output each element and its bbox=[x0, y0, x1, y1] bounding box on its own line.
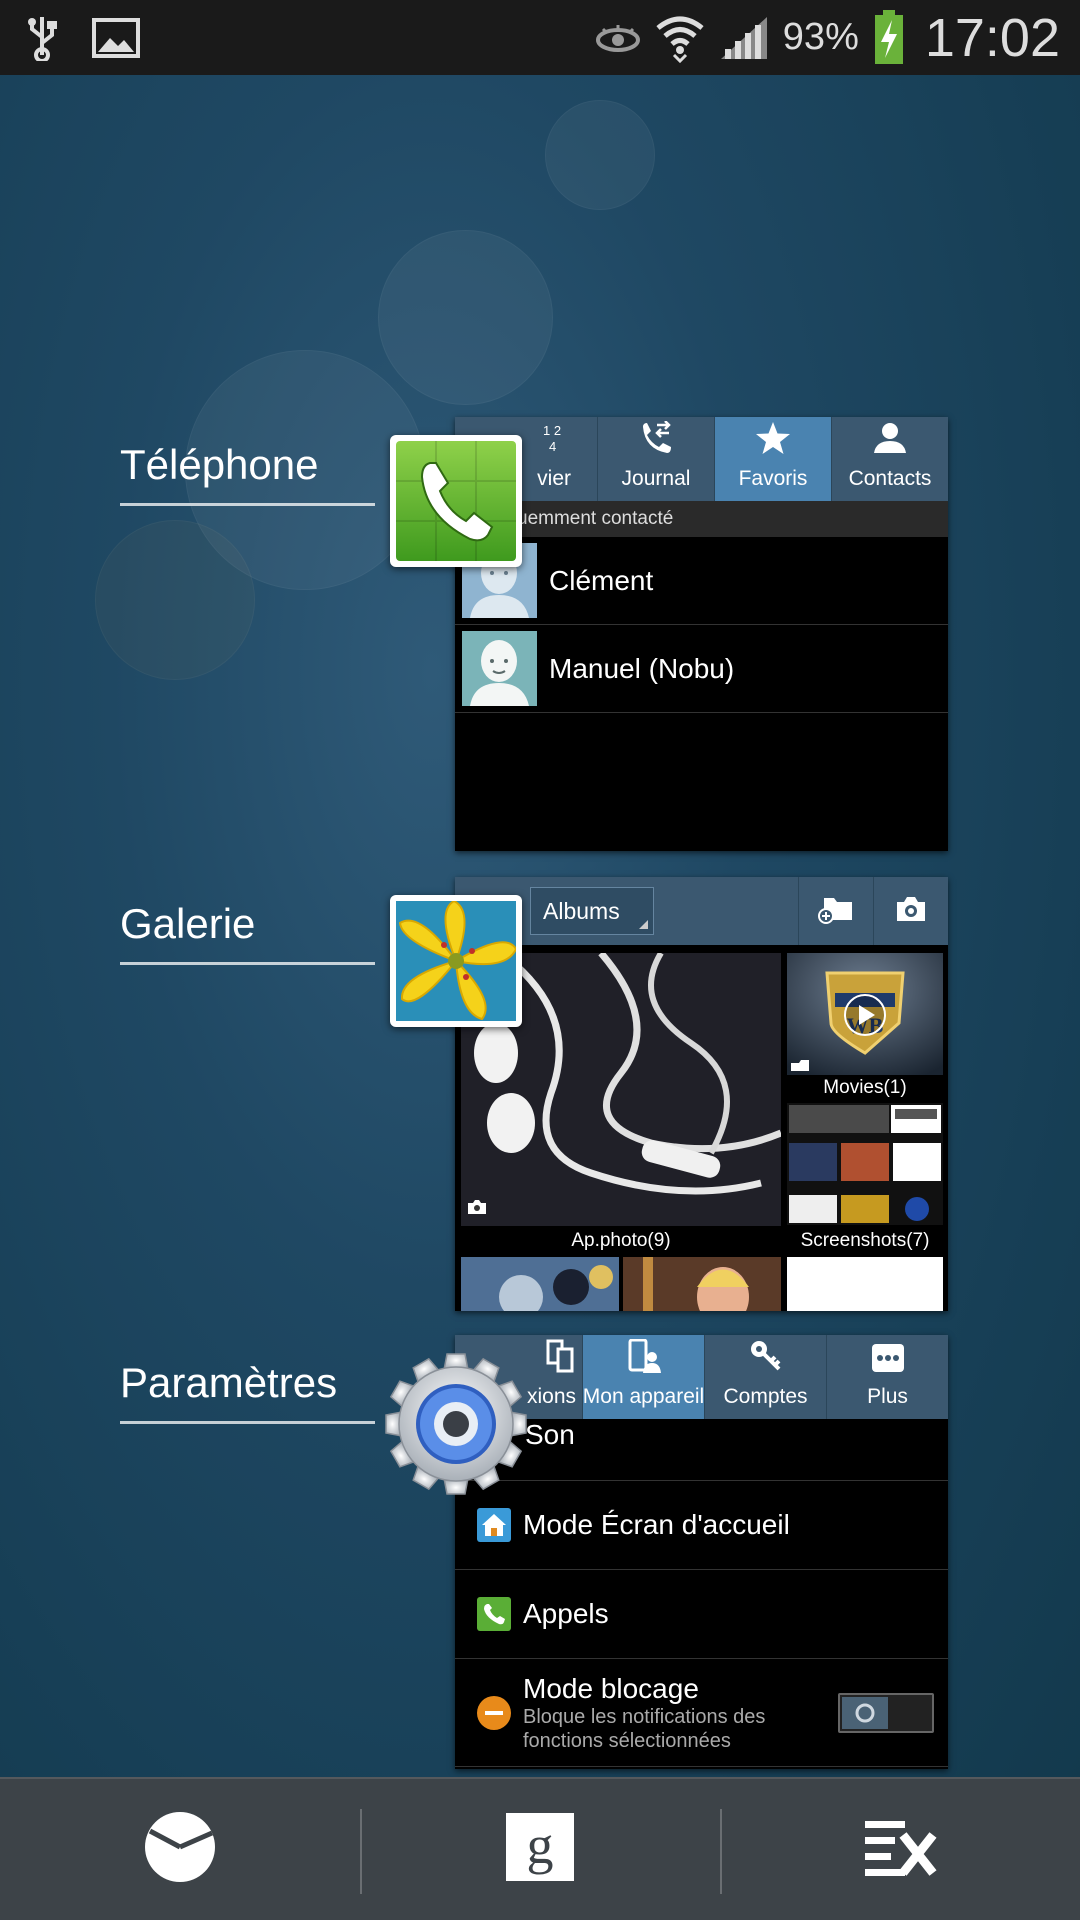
svg-text:g: g bbox=[527, 1815, 554, 1875]
album-caption: Ap.photo(9) bbox=[571, 1230, 671, 1251]
new-folder-button[interactable] bbox=[798, 877, 873, 945]
tab-comptes[interactable]: Comptes bbox=[705, 1335, 827, 1419]
svg-text:1 2: 1 2 bbox=[543, 423, 561, 438]
signal-icon bbox=[719, 15, 769, 61]
tab-journal[interactable]: Journal bbox=[598, 417, 715, 501]
bottom-action-bar: g bbox=[0, 1777, 1080, 1920]
call-log-icon bbox=[639, 420, 673, 461]
settings-row-mode-blocage[interactable]: Mode blocage Bloque les notifications de… bbox=[455, 1659, 948, 1767]
camera-icon bbox=[894, 895, 928, 928]
album-thumbnail[interactable] bbox=[623, 1257, 781, 1311]
eye-smart-stay-icon bbox=[595, 23, 641, 53]
bokeh-circle bbox=[378, 230, 553, 405]
battery-charging-icon bbox=[873, 9, 905, 66]
battery-percent: 93% bbox=[782, 16, 859, 58]
gallery-app-icon[interactable] bbox=[390, 895, 522, 1027]
phone-icon bbox=[477, 1597, 511, 1631]
album-thumbnail-screenshots[interactable] bbox=[787, 1103, 943, 1225]
albums-dropdown[interactable]: Albums bbox=[530, 887, 654, 935]
gallery-preview-card[interactable]: Albums Ap.photo(9) Movies(1) Screenshots… bbox=[455, 877, 948, 1311]
album-thumbnail[interactable] bbox=[461, 1257, 619, 1311]
connections-icon bbox=[544, 1339, 576, 1379]
settings-row-appels[interactable]: Appels bbox=[455, 1570, 948, 1659]
key-icon bbox=[749, 1339, 783, 1379]
album-thumbnail-movies[interactable]: WB bbox=[787, 953, 943, 1075]
tab-plus[interactable]: Plus bbox=[827, 1335, 948, 1419]
settings-app-icon[interactable] bbox=[382, 1350, 530, 1498]
contact-row[interactable]: Manuel (Nobu) bbox=[455, 625, 948, 713]
star-icon bbox=[755, 421, 791, 461]
contact-name: Clément bbox=[549, 564, 654, 596]
album-grid: Ap.photo(9) WB Movies(1) bbox=[455, 945, 948, 1311]
svg-text:4: 4 bbox=[549, 439, 556, 454]
bokeh-circle bbox=[95, 520, 255, 680]
close-all-icon bbox=[863, 1817, 937, 1882]
home-icon bbox=[477, 1508, 511, 1542]
wifi-icon bbox=[655, 13, 705, 63]
tab-mon-appareil[interactable]: Mon appareil bbox=[583, 1335, 705, 1419]
section-label-telephone[interactable]: Téléphone bbox=[120, 441, 375, 506]
person-icon bbox=[872, 421, 908, 461]
google-search-button[interactable]: g bbox=[360, 1779, 720, 1920]
keypad-icon: 1 24 bbox=[541, 421, 571, 461]
more-icon bbox=[871, 1343, 905, 1379]
avatar bbox=[462, 631, 537, 706]
contact-row[interactable]: Clément bbox=[455, 537, 948, 625]
section-label-galerie[interactable]: Galerie bbox=[120, 900, 375, 965]
device-icon bbox=[626, 1338, 662, 1379]
tab-contacts[interactable]: Contacts bbox=[832, 417, 948, 501]
gallery-action-bar: Albums bbox=[455, 877, 948, 945]
telephone-tab-bar: 1 24 vier Journal Favoris Contacts bbox=[455, 417, 948, 501]
blocking-mode-toggle[interactable] bbox=[838, 1692, 934, 1733]
task-manager-button[interactable] bbox=[0, 1779, 360, 1920]
frequently-contacted-header: uemment contacté bbox=[455, 501, 948, 537]
new-folder-icon bbox=[818, 894, 854, 929]
usb-icon bbox=[26, 15, 58, 61]
tab-favoris[interactable]: Favoris bbox=[715, 417, 832, 501]
contact-name: Manuel (Nobu) bbox=[549, 652, 735, 684]
pie-chart-icon bbox=[142, 1809, 218, 1890]
album-thumbnail[interactable] bbox=[787, 1257, 943, 1311]
clock: 17:02 bbox=[924, 7, 1060, 68]
camera-button[interactable] bbox=[873, 877, 948, 945]
section-label-parametres[interactable]: Paramètres bbox=[120, 1359, 375, 1424]
close-all-button[interactable] bbox=[720, 1779, 1080, 1920]
album-caption: Screenshots(7) bbox=[800, 1230, 930, 1251]
status-bar: 93% 17:02 bbox=[0, 0, 1080, 75]
google-icon: g bbox=[506, 1813, 574, 1886]
bokeh-circle bbox=[545, 100, 655, 210]
telephone-preview-card[interactable]: 1 24 vier Journal Favoris Contacts uemme… bbox=[455, 417, 948, 851]
phone-app-icon[interactable] bbox=[390, 435, 522, 567]
block-icon bbox=[477, 1695, 511, 1730]
image-notification-icon bbox=[92, 17, 140, 58]
album-caption: Movies(1) bbox=[823, 1077, 907, 1098]
camera-badge-icon bbox=[467, 1199, 487, 1220]
